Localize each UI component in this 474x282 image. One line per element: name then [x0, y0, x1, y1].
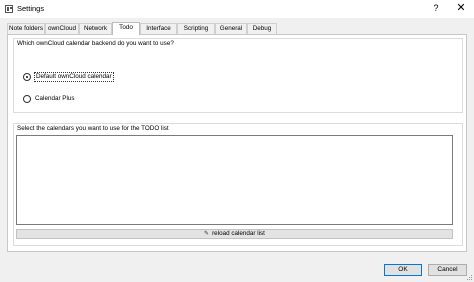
help-button[interactable]: ?: [428, 1, 444, 16]
title-bar: Settings ? ✕: [0, 0, 474, 18]
backend-group: Which ownCloud calendar backend do you w…: [13, 38, 463, 113]
todo-settings-panel: Which ownCloud calendar backend do you w…: [7, 34, 467, 252]
calendars-group-title: Select the calendars you want to use for…: [17, 125, 169, 132]
calendars-group: Select the calendars you want to use for…: [13, 123, 463, 246]
reload-button-label: reload calendar list: [212, 230, 265, 237]
tab-network[interactable]: Network: [79, 23, 112, 34]
tab-debug[interactable]: Debug: [247, 23, 277, 34]
ok-button[interactable]: OK: [384, 264, 422, 276]
tab-general[interactable]: General: [215, 23, 247, 34]
reload-calendar-list-button[interactable]: ✎ reload calendar list: [16, 229, 453, 239]
tab-todo[interactable]: Todo: [112, 22, 140, 35]
backend-group-title: Which ownCloud calendar backend do you w…: [17, 40, 174, 47]
resize-grip-icon[interactable]: [466, 274, 473, 281]
radio-label: Default ownCloud calendar: [34, 72, 114, 82]
close-button[interactable]: ✕: [452, 1, 470, 16]
tab-scripting[interactable]: Scripting: [177, 23, 215, 34]
tab-interface[interactable]: Interface: [140, 23, 177, 34]
radio-label: Calendar Plus: [35, 95, 75, 102]
radio-unchecked-icon[interactable]: [23, 95, 31, 103]
tab-note-folders[interactable]: Note folders: [7, 23, 45, 34]
calendar-list[interactable]: [16, 135, 453, 225]
radio-default-owncloud-calendar[interactable]: Default ownCloud calendar: [23, 72, 114, 82]
settings-window-icon: [5, 5, 13, 13]
radio-calendar-plus[interactable]: Calendar Plus: [23, 95, 76, 103]
window-title: Settings: [17, 4, 45, 13]
pencil-icon: ✎: [204, 231, 210, 237]
tab-owncloud[interactable]: ownCloud: [45, 23, 79, 34]
cancel-button[interactable]: Cancel: [428, 264, 467, 276]
radio-checked-icon[interactable]: [23, 73, 31, 81]
